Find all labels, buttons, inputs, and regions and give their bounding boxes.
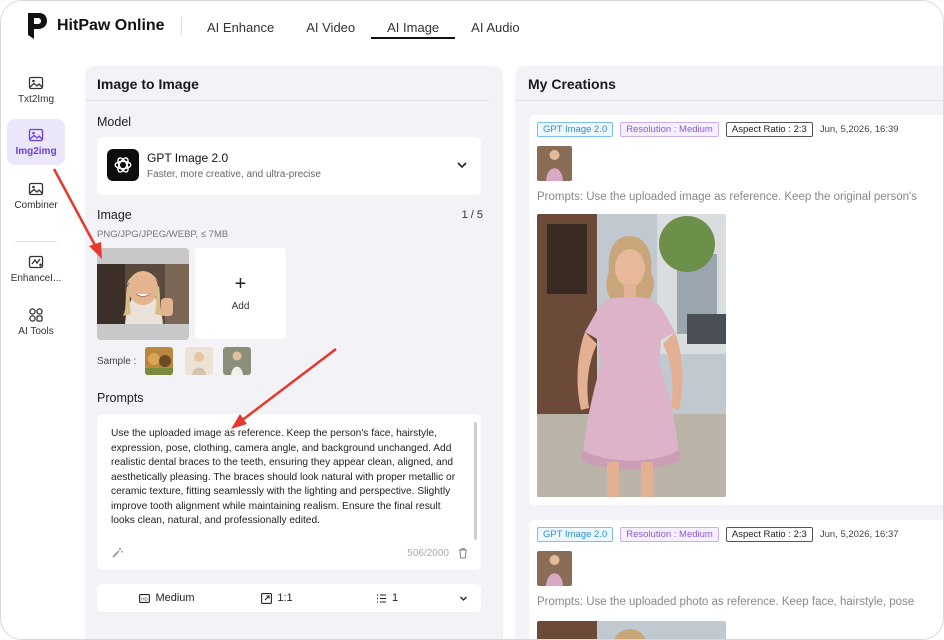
annotation-arrow — [52, 168, 102, 259]
annotation-arrows — [52, 168, 337, 429]
annotation-arrow — [231, 348, 337, 429]
app-window: HitPaw Online AI Enhance AI Video AI Ima… — [0, 0, 944, 640]
